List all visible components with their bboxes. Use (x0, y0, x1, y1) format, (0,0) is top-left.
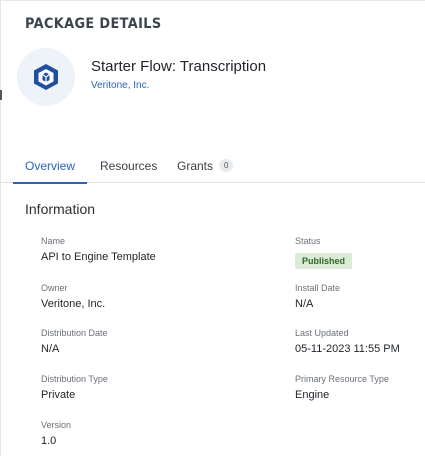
field-primary-resource-type: Primary Resource Type Engine (295, 374, 389, 401)
field-value: N/A (41, 343, 60, 355)
information-heading: Information (25, 201, 96, 217)
page-title: PACKAGE DETAILS (25, 16, 162, 32)
tab-overview[interactable]: Overview (13, 148, 87, 184)
field-distribution-type: Distribution Type Private (41, 374, 108, 401)
panel-left-border (0, 0, 1, 456)
package-avatar (17, 48, 75, 106)
field-value: N/A (295, 298, 314, 310)
tab-resources[interactable]: Resources (100, 148, 157, 183)
grants-count-badge: 0 (219, 159, 234, 172)
active-tab-indicator (13, 182, 87, 184)
field-owner: Owner Veritone, Inc. (41, 283, 105, 310)
field-distribution-date: Distribution Date N/A (41, 328, 108, 355)
tab-bar: Overview Resources Grants 0 (13, 148, 425, 184)
field-label: Distribution Type (41, 374, 108, 384)
panel-top-border (0, 0, 425, 1)
field-last-updated: Last Updated 05-11-2023 11:55 PM (295, 328, 400, 355)
package-name: Starter Flow: Transcription (91, 58, 267, 75)
field-value: 05-11-2023 11:55 PM (295, 343, 400, 355)
tab-resources-label: Resources (100, 158, 158, 173)
field-label: Owner (41, 283, 68, 293)
field-value: Engine (295, 389, 330, 401)
field-name: Name API to Engine Template (41, 236, 156, 263)
field-value: 1.0 (41, 435, 57, 447)
field-status: Status Published (295, 236, 353, 269)
package-org-link[interactable]: Veritone, Inc. (91, 80, 149, 91)
field-label: Name (41, 236, 66, 246)
field-label: Distribution Date (41, 328, 108, 338)
status-badge: Published (295, 253, 353, 269)
field-label: Version (41, 420, 72, 430)
field-value: Private (41, 389, 76, 401)
resize-handle[interactable] (0, 90, 2, 100)
package-box-icon (34, 64, 58, 90)
field-label: Last Updated (295, 328, 349, 338)
field-version: Version 1.0 (41, 420, 71, 447)
tab-grants-label: Grants (177, 158, 214, 173)
field-label: Install Date (295, 283, 341, 293)
field-label: Status (295, 236, 321, 246)
field-label: Primary Resource Type (295, 374, 389, 384)
field-value: Veritone, Inc. (41, 298, 106, 310)
field-install-date: Install Date N/A (295, 283, 340, 310)
tab-overview-label: Overview (24, 158, 75, 173)
field-value: API to Engine Template (41, 251, 156, 263)
tab-grants[interactable]: Grants 0 (177, 148, 234, 183)
